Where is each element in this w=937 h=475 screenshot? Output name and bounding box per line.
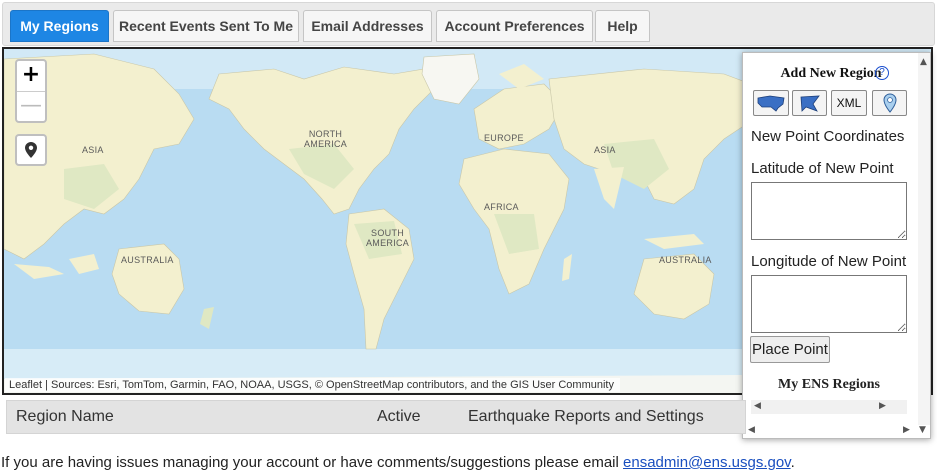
latitude-label: Latitude of New Point: [751, 160, 894, 177]
new-point-coordinates-heading: New Point Coordinates: [751, 128, 905, 145]
us-outline-icon: [757, 95, 785, 112]
place-point-button[interactable]: Place Point: [750, 336, 830, 363]
panel-scroll-right-arrow-icon[interactable]: ▶: [903, 425, 910, 435]
tab-account-preferences[interactable]: Account Preferences: [436, 10, 593, 42]
panel-scroll-left-arrow-icon[interactable]: ◀: [748, 425, 755, 435]
label-south-america-line2: AMERICA: [366, 238, 410, 248]
label-europe: EUROPE: [484, 133, 524, 143]
label-australia-west: AUSTRALIA: [121, 255, 174, 265]
locate-button[interactable]: [15, 134, 47, 166]
zoom-in-button[interactable]: +: [17, 61, 45, 91]
support-message: If you are having issues managing your a…: [1, 454, 795, 471]
map-pin-icon: [25, 142, 37, 158]
add-region-panel: Add New Region ? XML New Point Coordinat…: [742, 52, 931, 439]
support-email-link[interactable]: ensadmin@ens.usgs.gov: [623, 454, 791, 471]
add-region-title: Add New Region: [780, 66, 882, 81]
label-asia-west: ASIA: [82, 145, 104, 155]
zoom-control: + —: [15, 59, 47, 123]
zoom-out-button[interactable]: —: [17, 91, 45, 121]
longitude-label: Longitude of New Point: [751, 253, 907, 270]
label-north-america: NORTH AMERICA: [304, 129, 347, 149]
column-active: Active: [377, 408, 421, 425]
regions-horizontal-scrollbar[interactable]: ◀ ▶: [751, 400, 907, 414]
tab-recent-events[interactable]: Recent Events Sent To Me: [113, 10, 299, 42]
point-tool-button[interactable]: [872, 90, 907, 116]
my-ens-regions-title: My ENS Regions: [778, 377, 880, 392]
panel-vertical-scrollbar[interactable]: ▲: [918, 53, 930, 425]
scroll-left-arrow-icon[interactable]: ◀: [754, 401, 761, 411]
label-africa: AFRICA: [484, 202, 519, 212]
column-earthquake-reports: Earthquake Reports and Settings: [468, 408, 704, 425]
map-attribution: Leaflet | Sources: Esri, TomTom, Garmin,…: [5, 378, 620, 392]
polygon-tool-button[interactable]: [792, 90, 827, 116]
xml-tool-button[interactable]: XML: [831, 90, 867, 116]
label-north-america-line2: AMERICA: [304, 139, 348, 149]
label-asia-east: ASIA: [594, 145, 616, 155]
scroll-right-arrow-icon[interactable]: ▶: [879, 401, 886, 411]
location-pin-icon: [882, 93, 897, 113]
tab-help[interactable]: Help: [595, 10, 650, 42]
support-message-text: If you are having issues managing your a…: [1, 454, 624, 471]
scroll-down-arrow-icon[interactable]: ▼: [919, 425, 926, 435]
us-map-tool-button[interactable]: [753, 90, 789, 116]
label-north-america-line1: NORTH: [308, 129, 343, 139]
polygon-icon: [800, 95, 820, 112]
tab-bar: My Regions Recent Events Sent To Me Emai…: [2, 2, 935, 46]
support-message-suffix: .: [790, 454, 795, 471]
help-icon[interactable]: ?: [875, 66, 889, 80]
label-south-america-line1: SOUTH: [371, 228, 405, 238]
latitude-input[interactable]: [751, 182, 907, 240]
label-australia-east: AUSTRALIA: [659, 255, 712, 265]
regions-table-header: Region Name Active Earthquake Reports an…: [6, 400, 746, 434]
tab-email-addresses[interactable]: Email Addresses: [303, 10, 432, 42]
column-region-name: Region Name: [16, 408, 114, 425]
label-south-america: SOUTH AMERICA: [366, 228, 409, 248]
longitude-input[interactable]: [751, 275, 907, 333]
scroll-up-arrow-icon[interactable]: ▲: [920, 57, 927, 67]
tab-my-regions[interactable]: My Regions: [10, 10, 109, 42]
